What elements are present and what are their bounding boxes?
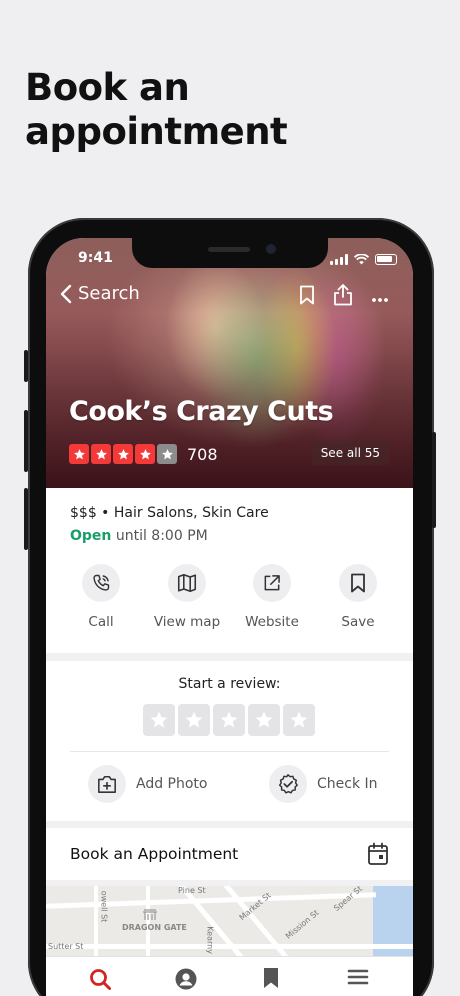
map-water xyxy=(373,886,413,966)
see-all-photos-button[interactable]: See all 55 xyxy=(311,441,389,465)
status-icons xyxy=(330,250,397,269)
back-label: Search xyxy=(78,283,140,304)
rating-star-icon xyxy=(113,444,133,464)
menu-icon xyxy=(347,969,369,985)
tab-search[interactable] xyxy=(80,967,120,996)
business-hero-photo[interactable]: 9:41 Search Cook’s Crazy Cuts 708 See al… xyxy=(46,238,413,488)
website-button[interactable]: Website xyxy=(232,564,312,630)
rating-star-icon xyxy=(91,444,111,464)
map-road xyxy=(94,886,98,966)
book-appointment-label: Book an Appointment xyxy=(70,845,239,863)
review-count: 708 xyxy=(187,444,218,464)
business-name: Cook’s Crazy Cuts xyxy=(69,396,334,427)
call-label: Call xyxy=(88,614,114,630)
tab-me[interactable] xyxy=(166,967,206,996)
bookmark-icon[interactable] xyxy=(299,285,315,309)
tab-collections[interactable] xyxy=(251,967,291,996)
review-star-3[interactable] xyxy=(213,704,245,736)
phone-mute-switch xyxy=(24,350,28,382)
external-link-icon xyxy=(253,564,291,602)
map-preview[interactable]: Pine St Market St Spear St Mission St DR… xyxy=(46,886,413,966)
tab-more[interactable] xyxy=(338,967,378,996)
front-camera xyxy=(266,244,276,254)
view-map-button[interactable]: View map xyxy=(147,564,227,630)
search-icon xyxy=(90,969,111,990)
map-label: Mission St xyxy=(283,908,321,941)
status-time: 9:41 xyxy=(78,250,113,266)
check-in-icon xyxy=(269,765,307,803)
map-label: Sutter St xyxy=(48,942,84,951)
rating-star-icon xyxy=(135,444,155,464)
page-headline: Book an appointment xyxy=(25,66,288,153)
view-map-label: View map xyxy=(153,614,221,630)
back-button[interactable]: Search xyxy=(60,283,140,304)
chinatown-gate-icon xyxy=(142,906,158,925)
add-photo-button[interactable]: Add Photo xyxy=(88,765,208,803)
map-icon xyxy=(168,564,206,602)
add-photo-icon xyxy=(88,765,126,803)
phone-volume-up xyxy=(24,410,28,472)
website-label: Website xyxy=(245,614,299,630)
book-appointment-row[interactable]: Book an Appointment xyxy=(46,828,413,880)
map-label: Spear St xyxy=(332,886,364,913)
business-rating: 708 xyxy=(69,444,218,464)
share-icon[interactable] xyxy=(333,284,353,310)
bookmark-icon xyxy=(264,968,278,988)
review-star-5[interactable] xyxy=(283,704,315,736)
phone-power-button xyxy=(432,432,436,528)
review-star-4[interactable] xyxy=(248,704,280,736)
business-info-card: $$$ • Hair Salons, Skin Care Open until … xyxy=(46,488,413,653)
rating-star-icon xyxy=(69,444,89,464)
save-button[interactable]: Save xyxy=(318,564,398,630)
phone-icon xyxy=(82,564,120,602)
speaker-grille xyxy=(208,247,250,252)
review-prompt: Start a review: xyxy=(178,676,281,692)
review-star-1[interactable] xyxy=(143,704,175,736)
call-button[interactable]: Call xyxy=(61,564,141,630)
business-hours: Open until 8:00 PM xyxy=(70,528,208,544)
business-categories: $$$ • Hair Salons, Skin Care xyxy=(70,505,269,521)
phone-notch xyxy=(132,238,328,268)
review-star-picker xyxy=(143,704,315,736)
hero-toolbar xyxy=(299,284,389,310)
phone-screen: 9:41 Search Cook’s Crazy Cuts 708 See al… xyxy=(46,238,413,996)
profile-icon xyxy=(175,968,197,990)
calendar-icon xyxy=(367,842,389,870)
check-in-label: Check In xyxy=(317,776,378,792)
wifi-icon xyxy=(353,250,370,269)
add-photo-label: Add Photo xyxy=(136,776,208,792)
chevron-left-icon xyxy=(60,284,72,303)
open-status: Open xyxy=(70,528,112,544)
rating-star-icon xyxy=(157,444,177,464)
review-card: Start a review: Add Photo Check In xyxy=(46,661,413,821)
signal-icon xyxy=(330,254,348,265)
bookmark-icon xyxy=(339,564,377,602)
map-label: Pine St xyxy=(178,886,206,895)
review-divider xyxy=(70,751,389,752)
map-label: owell St xyxy=(99,890,109,923)
review-star-2[interactable] xyxy=(178,704,210,736)
save-label: Save xyxy=(341,614,375,630)
phone-volume-down xyxy=(24,488,28,550)
bottom-tab-bar xyxy=(46,956,413,996)
hours-text: until 8:00 PM xyxy=(115,528,208,544)
check-in-button[interactable]: Check In xyxy=(269,765,378,803)
more-options-icon[interactable] xyxy=(371,288,389,307)
battery-icon xyxy=(375,254,397,265)
